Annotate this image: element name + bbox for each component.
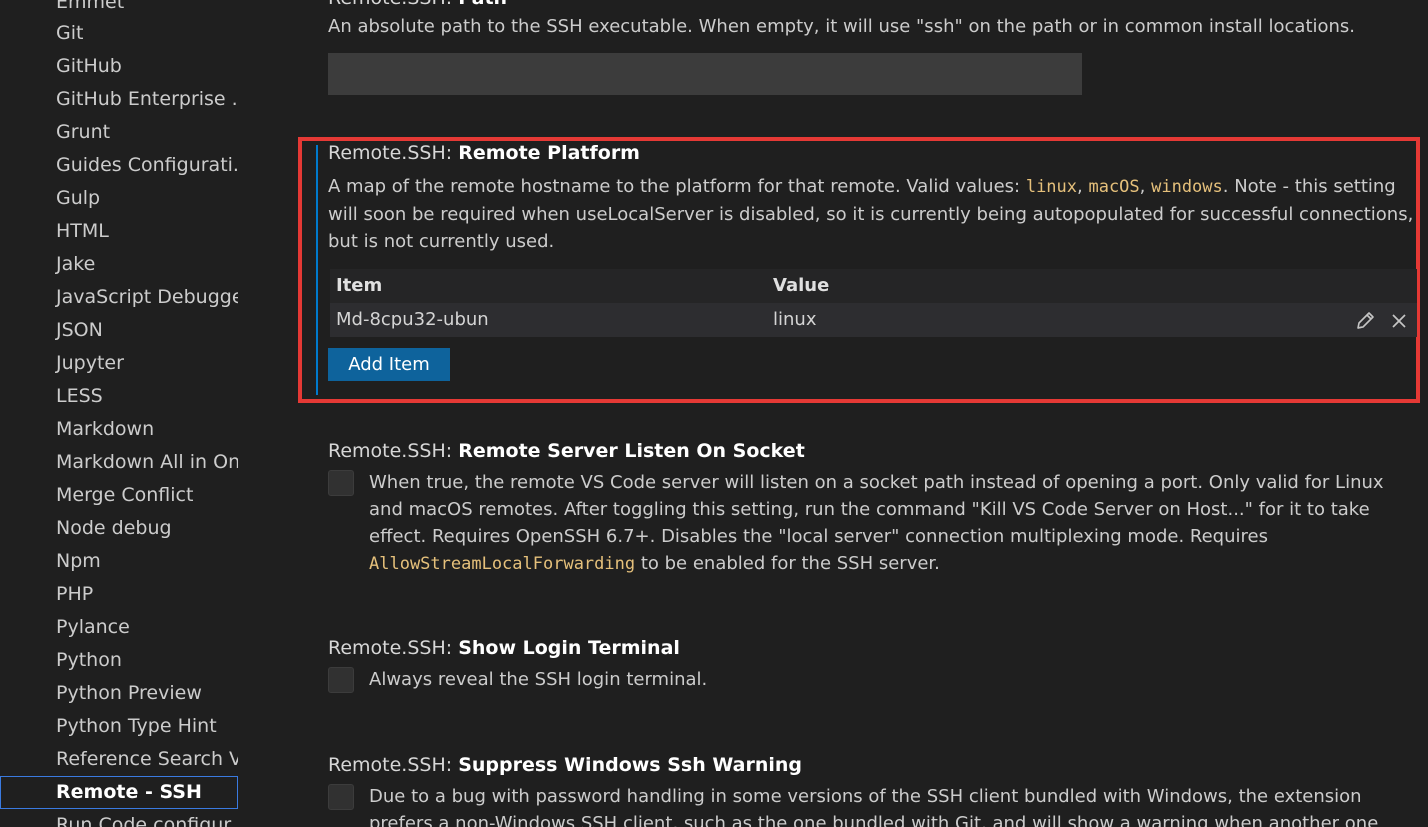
toc-item-json[interactable]: JSON	[0, 314, 238, 347]
setting-title: Remote.SSH: Show Login Terminal	[328, 636, 1413, 660]
setting-name: Suppress Windows Ssh Warning	[458, 754, 803, 776]
setting-path-description: An absolute path to the SSH executable. …	[328, 16, 1356, 37]
show-login-terminal-checkbox[interactable]	[328, 667, 354, 693]
settings-editor: Remote.SSH: Path An absolute path to the…	[290, 0, 1428, 827]
toc-item-npm[interactable]: Npm	[0, 545, 238, 578]
toc-item-reference-search[interactable]: Reference Search V...	[0, 743, 238, 776]
desc-text: A map of the remote hostname to the plat…	[328, 176, 1026, 197]
add-item-button[interactable]: Add Item	[328, 348, 450, 381]
setting-remote-platform: Remote.SSH: Remote Platform A map of the…	[328, 141, 1413, 255]
setting-category: Remote.SSH:	[328, 754, 459, 776]
toc-item-merge-conflict[interactable]: Merge Conflict	[0, 479, 238, 512]
desc-text: to be enabled for the SSH server.	[635, 553, 940, 574]
toc-item-python-type-hint[interactable]: Python Type Hint	[0, 710, 238, 743]
remove-icon[interactable]	[1388, 310, 1410, 332]
code-windows: windows	[1151, 177, 1223, 197]
setting-description: Due to a bug with password handling in s…	[369, 786, 1379, 827]
toc-item-python[interactable]: Python	[0, 644, 238, 677]
setting-suppress-windows-ssh-warning: Remote.SSH: Suppress Windows Ssh Warning	[328, 753, 1413, 777]
toc-item-less[interactable]: LESS	[0, 380, 238, 413]
toc-item-jake[interactable]: Jake	[0, 248, 238, 281]
setting-title: Remote.SSH: Remote Platform	[328, 141, 1413, 165]
table-row[interactable]: Md-8cpu32-ubun linux	[330, 303, 1417, 337]
desc-text: ,	[1139, 176, 1152, 197]
setting-title: Remote.SSH: Path	[328, 0, 1413, 10]
toc-item-remote-ssh[interactable]: Remote - SSH	[0, 776, 238, 809]
code-linux: linux	[1025, 177, 1078, 197]
toc-item-guides[interactable]: Guides Configurati...	[0, 149, 238, 182]
column-header-item: Item	[336, 275, 383, 296]
setting-name: Path	[458, 0, 507, 9]
toc-item-gulp[interactable]: Gulp	[0, 182, 238, 215]
ssh-path-input[interactable]	[328, 53, 1082, 95]
toc-item-php[interactable]: PHP	[0, 578, 238, 611]
settings-toc: Emmet Git GitHub GitHub Enterprise ... G…	[0, 0, 290, 827]
column-header-value: Value	[773, 275, 830, 296]
edit-icon[interactable]	[1354, 310, 1376, 332]
toc-item-markdown[interactable]: Markdown	[0, 413, 238, 446]
code-allowstreamlocalforwarding: AllowStreamLocalForwarding	[369, 554, 636, 574]
desc-text: When true, the remote VS Code server wil…	[369, 472, 1384, 547]
code-macos: macOS	[1088, 177, 1140, 197]
setting-category: Remote.SSH:	[328, 637, 459, 659]
toc-item-grunt[interactable]: Grunt	[0, 116, 238, 149]
remote-platform-table: Item Value Md-8cpu32-ubun linux	[330, 269, 1417, 337]
setting-description: When true, the remote VS Code server wil…	[369, 469, 1419, 578]
setting-show-login-terminal: Remote.SSH: Show Login Terminal	[328, 636, 1413, 660]
focus-indicator	[316, 145, 318, 395]
setting-description: Always reveal the SSH login terminal.	[369, 669, 708, 690]
setting-title: Remote.SSH: Suppress Windows Ssh Warning	[328, 753, 1413, 777]
listen-on-socket-checkbox[interactable]	[328, 470, 354, 496]
toc-item-js-debugger[interactable]: JavaScript Debugger	[0, 281, 238, 314]
setting-listen-on-socket: Remote.SSH: Remote Server Listen On Sock…	[328, 439, 1413, 463]
toc-item-markdown-all-in-one[interactable]: Markdown All in One	[0, 446, 238, 479]
setting-category: Remote.SSH:	[328, 0, 458, 9]
toc-item-html[interactable]: HTML	[0, 215, 238, 248]
setting-title: Remote.SSH: Remote Server Listen On Sock…	[328, 439, 1413, 463]
setting-name: Remote Server Listen On Socket	[458, 440, 805, 462]
toc-item-node-debug[interactable]: Node debug	[0, 512, 238, 545]
setting-name: Remote Platform	[458, 142, 640, 164]
toc-item-git[interactable]: Git	[0, 17, 238, 50]
setting-category: Remote.SSH:	[328, 440, 459, 462]
toc-item-pylance[interactable]: Pylance	[0, 611, 238, 644]
setting-category: Remote.SSH:	[328, 142, 459, 164]
table-header: Item Value	[330, 269, 1417, 303]
toc-item-github[interactable]: GitHub	[0, 50, 238, 83]
row-item-cell: Md-8cpu32-ubun	[336, 309, 489, 330]
row-value-cell: linux	[773, 309, 817, 330]
setting-description: A map of the remote hostname to the plat…	[328, 173, 1418, 255]
setting-path: Remote.SSH: Path	[328, 0, 1413, 10]
desc-text: ,	[1077, 176, 1089, 197]
toc-item-run-code[interactable]: Run Code configur...	[0, 809, 238, 827]
setting-name: Show Login Terminal	[458, 637, 680, 659]
toc-item-github-enterprise[interactable]: GitHub Enterprise ...	[0, 83, 238, 116]
toc-item-python-preview[interactable]: Python Preview	[0, 677, 238, 710]
suppress-warning-checkbox[interactable]	[328, 784, 354, 810]
toc-item-jupyter[interactable]: Jupyter	[0, 347, 238, 380]
